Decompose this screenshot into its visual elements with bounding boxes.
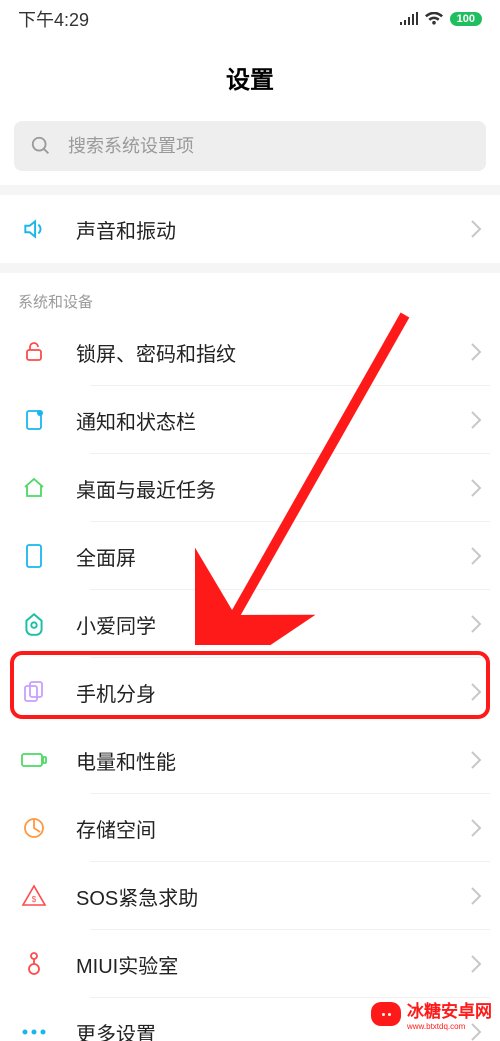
row-label: SOS紧急求助 [76,882,470,911]
row-label: 通知和状态栏 [76,406,470,435]
section-gap [0,185,500,195]
chevron-right-icon [470,886,482,906]
more-icon [18,1027,50,1037]
row-label: 锁屏、密码和指纹 [76,338,470,367]
lab-icon [18,951,50,977]
chevron-right-icon [470,682,482,702]
status-indicators: 100 [400,12,482,26]
watermark-logo-icon [371,1002,401,1026]
row-fullscreen[interactable]: 全面屏 [0,522,500,590]
home-icon [18,476,50,500]
row-label: 存储空间 [76,814,470,843]
status-bar: 下午4:29 100 [0,0,500,38]
row-sos[interactable]: $ SOS紧急求助 [0,862,500,930]
row-label: 手机分身 [76,678,470,707]
section-gap [0,263,500,273]
notification-icon [18,408,50,432]
watermark: 冰糖安卓网 www.btxtdq.com [371,997,492,1031]
lock-icon [18,340,50,364]
wifi-icon [424,12,444,26]
row-sound[interactable]: 声音和振动 [0,195,500,263]
storage-icon [18,816,50,840]
chevron-right-icon [470,219,482,239]
row-battery[interactable]: 电量和性能 [0,726,500,794]
section-header: 系统和设备 [0,273,500,318]
fullscreen-icon [18,543,50,569]
xiaoai-icon [18,611,50,637]
row-phone-clone[interactable]: 手机分身 [0,658,500,726]
battery-badge: 100 [450,12,482,26]
row-storage[interactable]: 存储空间 [0,794,500,862]
chevron-right-icon [470,750,482,770]
chevron-right-icon [470,818,482,838]
signal-icon [400,12,418,26]
status-time: 下午4:29 [18,6,89,32]
svg-text:$: $ [32,895,37,904]
chevron-right-icon [470,410,482,430]
row-lockscreen[interactable]: 锁屏、密码和指纹 [0,318,500,386]
row-label: 小爱同学 [76,610,470,639]
row-lab[interactable]: MIUI实验室 [0,930,500,998]
chevron-right-icon [470,546,482,566]
row-label: MIUI实验室 [76,950,470,979]
page-title: 设置 [0,38,500,121]
row-xiaoai[interactable]: 小爱同学 [0,590,500,658]
row-desktop[interactable]: 桌面与最近任务 [0,454,500,522]
row-label: 全面屏 [76,542,470,571]
chevron-right-icon [470,614,482,634]
chevron-right-icon [470,478,482,498]
sos-icon: $ [18,884,50,908]
chevron-right-icon [470,342,482,362]
row-label: 电量和性能 [76,746,470,775]
row-notification[interactable]: 通知和状态栏 [0,386,500,454]
row-label: 声音和振动 [76,215,470,244]
watermark-url: www.btxtdq.com [407,1022,492,1031]
search-icon [30,135,52,157]
search-box[interactable] [14,121,486,171]
chevron-right-icon [470,954,482,974]
sound-icon [18,216,50,242]
row-label: 桌面与最近任务 [76,474,470,503]
search-input[interactable] [68,136,470,157]
battery-icon [18,751,50,769]
watermark-text: 冰糖安卓网 [407,997,492,1022]
clone-icon [18,680,50,704]
